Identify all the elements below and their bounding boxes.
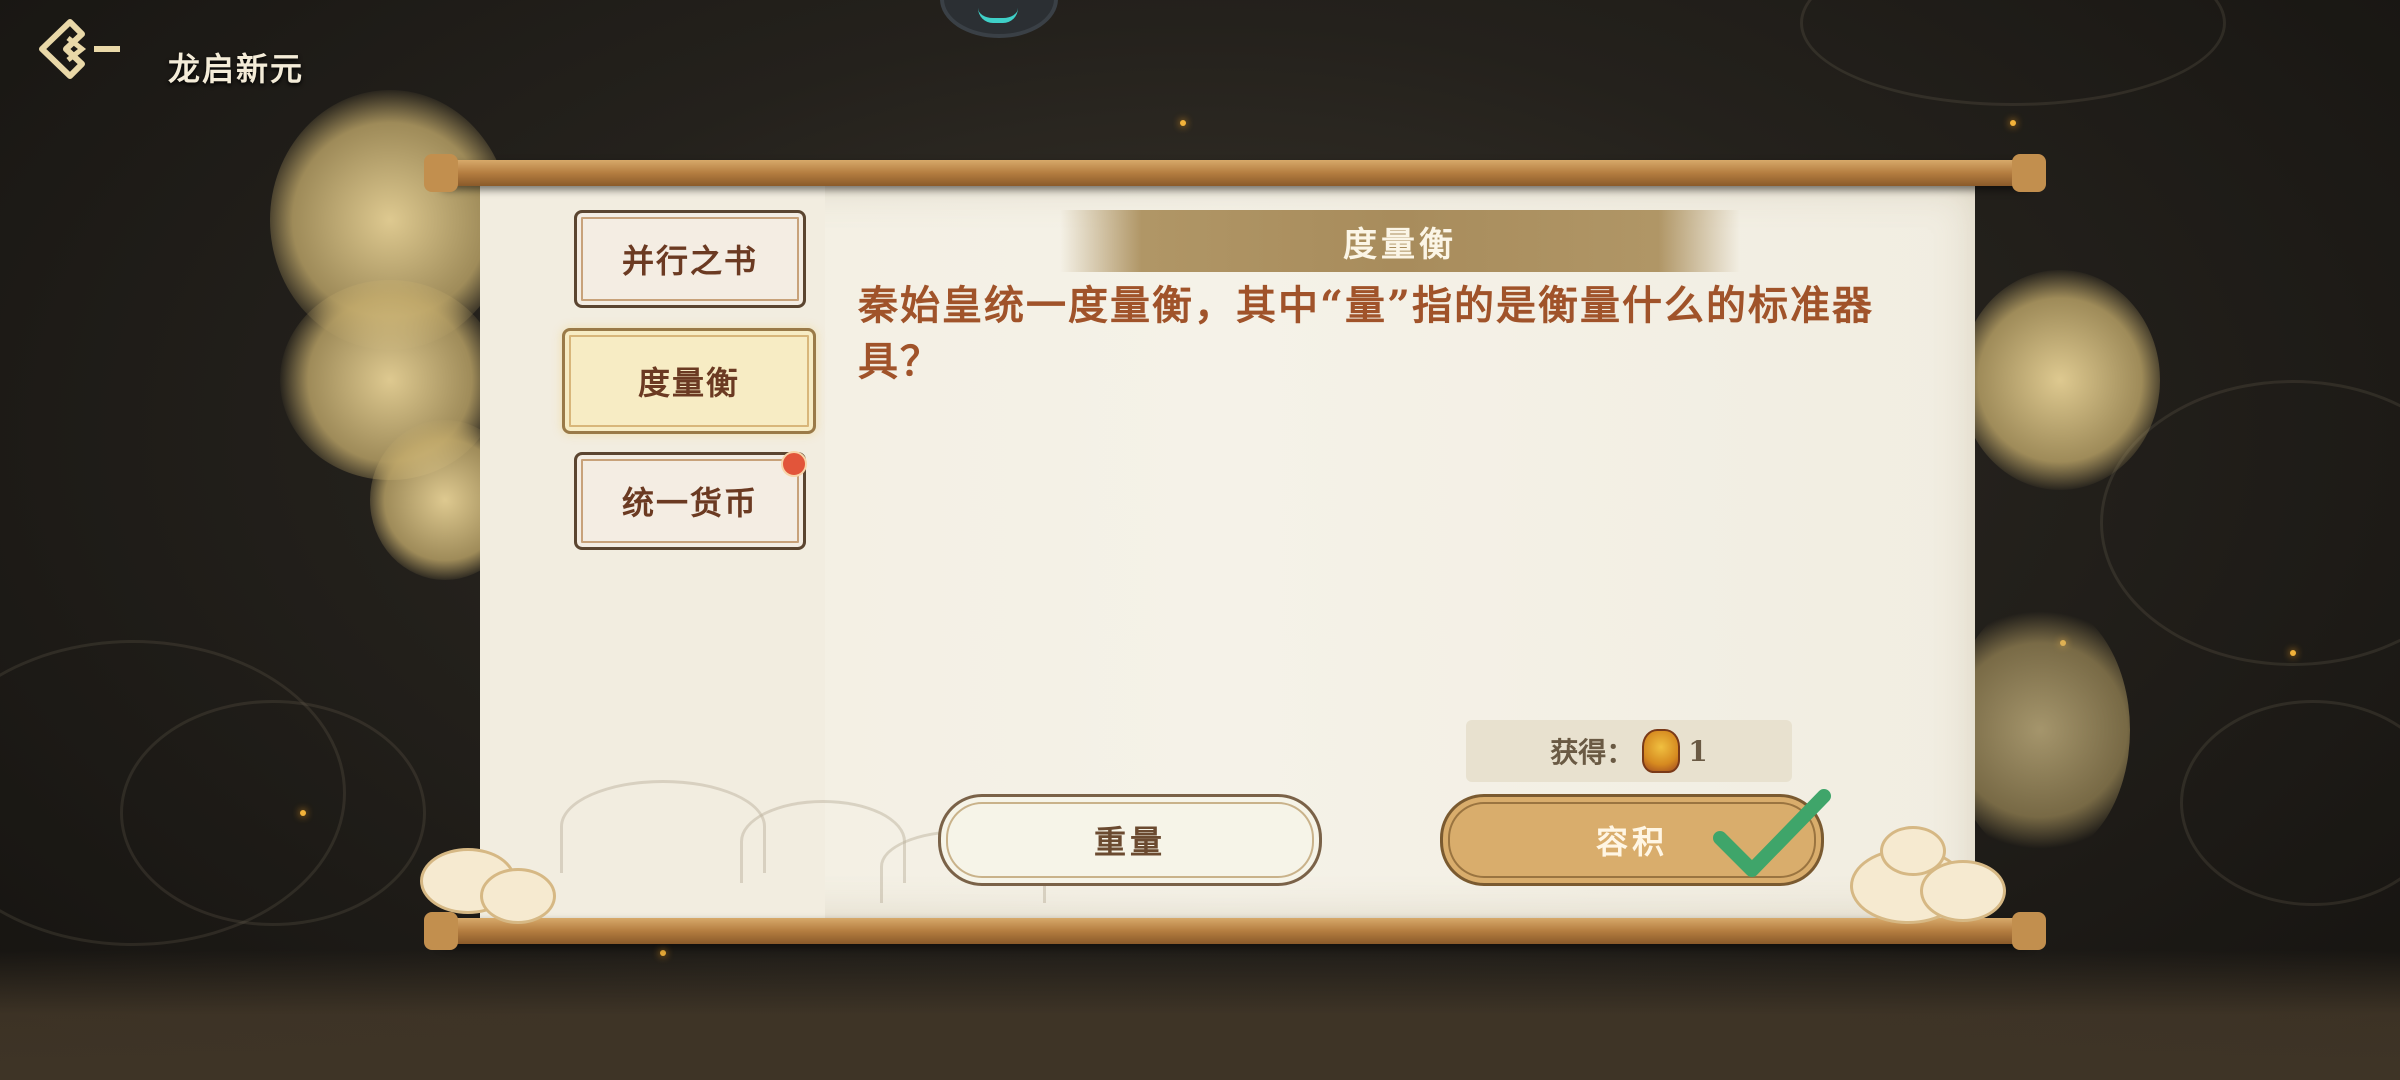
question-title-banner: 度量衡 <box>1060 210 1740 272</box>
cloud-swirl-decoration <box>120 700 426 926</box>
back-arrow-icon <box>39 19 120 79</box>
city-silhouette <box>0 950 2400 1080</box>
cloud-swirl-decoration <box>1800 0 2226 106</box>
golden-bamboo-right <box>1950 600 2130 860</box>
tab-measurement[interactable]: 度量衡 <box>562 328 816 434</box>
page-title: 龙启新元 <box>168 50 305 88</box>
reward-label: 获得： <box>1550 736 1635 769</box>
tab-label: 度量衡 <box>637 364 740 402</box>
tab-label: 统一货币 <box>621 484 758 522</box>
banner-title: 度量衡 <box>1343 224 1457 265</box>
reward-box: 获得： 1 <box>1466 720 1792 782</box>
answer-label: 容积 <box>1595 823 1668 861</box>
tab-unified-currency[interactable]: 统一货币 <box>574 451 807 550</box>
ember-particle <box>1180 120 1186 126</box>
cloud-swirl-decoration <box>2180 700 2400 906</box>
top-center-indicator <box>940 0 1058 38</box>
wave-decoration <box>560 780 766 873</box>
ember-particle <box>2010 120 2016 126</box>
ember-particle <box>2290 650 2296 656</box>
answer-option-weight[interactable]: 重量 <box>938 794 1322 886</box>
scroll-bottom-rod <box>424 912 2046 950</box>
game-screen: 龙启新元 并行之书 度量衡 统一货币 度量衡 秦始皇统一度量衡，其中“量”指的是… <box>0 0 2400 1080</box>
cloud-ornament-left <box>480 868 556 924</box>
answer-label: 重量 <box>1093 823 1166 861</box>
question-text: 秦始皇统一度量衡，其中“量”指的是衡量什么的标准器具？ <box>858 282 1875 385</box>
tab-parallel-book[interactable]: 并行之书 <box>574 210 806 308</box>
ember-particle <box>300 810 306 816</box>
notification-badge <box>781 451 807 477</box>
scroll-top-rod <box>424 154 2046 192</box>
character-token-icon <box>1642 729 1681 773</box>
back-button[interactable] <box>30 14 130 84</box>
tab-label: 并行之书 <box>621 242 758 280</box>
golden-bamboo-right <box>1960 270 2160 490</box>
cloud-ornament-right <box>1880 826 1946 876</box>
correct-check-icon <box>1713 789 1831 877</box>
reward-count: 1 <box>1688 734 1708 768</box>
